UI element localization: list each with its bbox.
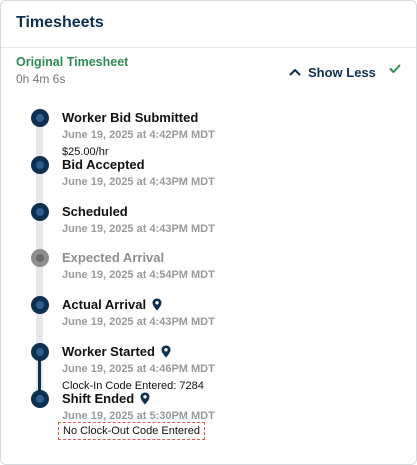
- timesheets-card: Timesheets Original Timesheet 0h 4m 6s S…: [0, 0, 417, 465]
- event-title: Scheduled: [62, 204, 128, 219]
- event-time: June 19, 2025 at 4:54PM MDT: [62, 269, 215, 281]
- no-clock-out-code-warning: No Clock-Out Code Entered: [58, 422, 205, 440]
- checkmark-icon: [389, 64, 401, 73]
- event-title: Worker Bid Submitted: [62, 110, 199, 125]
- event-scheduled: Scheduled June 19, 2025 at 4:43PM MDT: [62, 203, 215, 235]
- event-time: June 19, 2025 at 4:43PM MDT: [62, 316, 215, 328]
- chevron-up-icon: [289, 69, 301, 76]
- show-less-toggle[interactable]: Show Less: [289, 62, 376, 82]
- event-title: Worker Started: [62, 344, 155, 359]
- show-less-label: Show Less: [308, 64, 376, 80]
- event-time: June 19, 2025 at 5:30PM MDT: [62, 410, 215, 422]
- location-pin-icon[interactable]: [161, 345, 171, 358]
- event-time: June 19, 2025 at 4:43PM MDT: [62, 223, 215, 235]
- event-time: June 19, 2025 at 4:46PM MDT: [62, 363, 215, 375]
- event-title-row: Actual Arrival: [62, 296, 215, 313]
- card-header: Timesheets: [1, 1, 416, 48]
- event-title: Expected Arrival: [62, 250, 165, 265]
- event-bid-accepted: Bid Accepted June 19, 2025 at 4:43PM MDT: [62, 156, 215, 188]
- timeline-dot-icon: [31, 296, 49, 314]
- original-timesheet-title: Original Timesheet: [16, 55, 129, 69]
- event-actual-arrival: Actual Arrival June 19, 2025 at 4:43PM M…: [62, 296, 215, 328]
- event-title-row: Worker Started: [62, 343, 215, 360]
- event-worker-started: Worker Started June 19, 2025 at 4:46PM M…: [62, 343, 215, 392]
- event-title: Bid Accepted: [62, 157, 145, 172]
- location-pin-icon[interactable]: [140, 392, 150, 405]
- event-time: June 19, 2025 at 4:43PM MDT: [62, 176, 215, 188]
- event-shift-ended: Shift Ended June 19, 2025 at 5:30PM MDT: [62, 390, 215, 422]
- timeline-dot-icon: [31, 156, 49, 174]
- timeline-dot-icon: [31, 390, 49, 408]
- event-title: Shift Ended: [62, 391, 135, 406]
- timeline-dot-icon: [31, 203, 49, 221]
- timeline-dot-icon: [31, 109, 49, 127]
- timesheet-duration: 0h 4m 6s: [16, 72, 66, 86]
- location-pin-icon[interactable]: [152, 298, 162, 311]
- event-title-row: Shift Ended: [62, 390, 215, 407]
- timeline-dot-icon: [31, 343, 49, 361]
- event-worker-bid-submitted: Worker Bid Submitted June 19, 2025 at 4:…: [62, 109, 215, 158]
- event-title: Actual Arrival: [62, 297, 147, 312]
- timeline-dot-icon: [31, 249, 49, 267]
- event-expected-arrival: Expected Arrival June 19, 2025 at 4:54PM…: [62, 249, 215, 281]
- card-title: Timesheets: [16, 14, 104, 31]
- event-time: June 19, 2025 at 4:42PM MDT: [62, 129, 215, 141]
